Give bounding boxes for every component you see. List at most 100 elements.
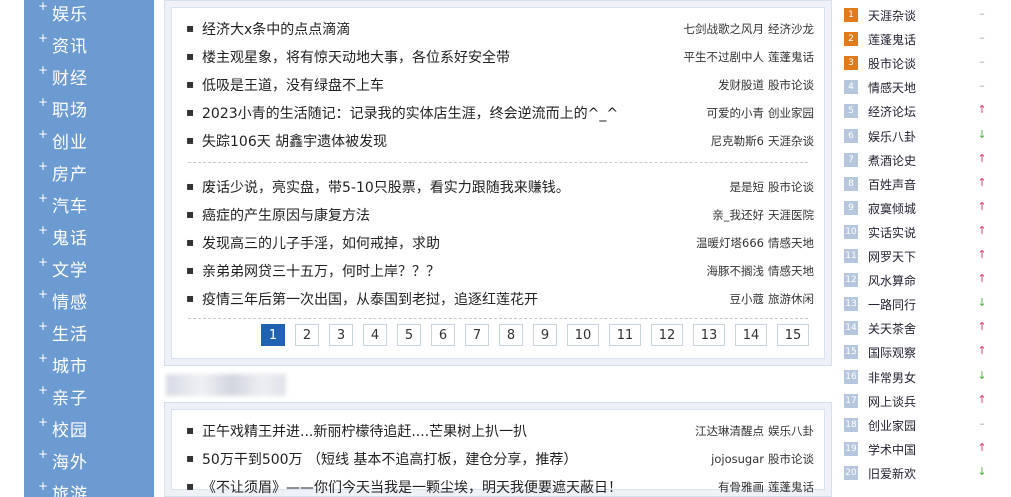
post-title-link[interactable]: 失踪106天 胡鑫宇遗体被发现 [202, 131, 387, 151]
post-author-link[interactable]: 温暖灯塔666 [696, 236, 764, 250]
sidebar-item[interactable]: + 旅游 [24, 476, 154, 497]
page-9-button[interactable]: 9 [533, 324, 557, 346]
sidebar-item[interactable]: + 情感 [24, 284, 154, 316]
rank-board-link[interactable]: 网罗天下 [868, 248, 916, 265]
sidebar-item[interactable]: + 城市 [24, 348, 154, 380]
sidebar-item[interactable]: + 亲子 [24, 380, 154, 412]
rank-board-link[interactable]: 实话实说 [868, 224, 916, 241]
post-board-link[interactable]: 经济沙龙 [768, 22, 814, 36]
page-12-button[interactable]: 12 [651, 324, 683, 346]
sidebar-item[interactable]: + 资讯 [24, 28, 154, 60]
sidebar-item[interactable]: + 房产 [24, 156, 154, 188]
post-author-link[interactable]: 亲_我还好 [712, 208, 764, 222]
page-7-button[interactable]: 7 [465, 324, 489, 346]
post-author-link[interactable]: 是是短 [730, 180, 765, 194]
post-author-link[interactable]: 发财股道 [718, 78, 764, 92]
rank-board-link[interactable]: 一路同行 [868, 296, 916, 313]
post-title-link[interactable]: 楼主观星象，将有惊天动地大事，各位系好安全带 [202, 47, 510, 67]
sidebar-item[interactable]: + 汽车 [24, 188, 154, 220]
post-title-link[interactable]: 正午戏精王并进...新丽柠檬待追赶....芒果树上扒一扒 [202, 421, 527, 441]
post-title-link[interactable]: 《不让须眉》——你们今天当我是一颗尘埃，明天我便要遮天蔽日！ [202, 477, 622, 497]
post-author-link[interactable]: jojosugar [711, 452, 764, 466]
post-board-link[interactable]: 天涯医院 [768, 208, 814, 222]
rank-board-link[interactable]: 网上谈兵 [868, 393, 916, 410]
post-title-link[interactable]: 2023小青的生活随记：记录我的实体店生涯，终会逆流而上的^_^ [202, 103, 618, 123]
rank-number-badge: 5 [844, 104, 858, 119]
page-3-button[interactable]: 3 [329, 324, 353, 346]
post-board-link[interactable]: 天涯杂谈 [768, 134, 814, 148]
rank-board-link[interactable]: 煮酒论史 [868, 152, 916, 169]
page-4-button[interactable]: 4 [363, 324, 387, 346]
post-board-link[interactable]: 股市论谈 [768, 452, 814, 466]
post-board-link[interactable]: 创业家园 [768, 106, 814, 120]
post-author-link[interactable]: 豆小蔻 [730, 292, 765, 306]
post-title-link[interactable]: 癌症的产生原因与康复方法 [202, 205, 370, 225]
post-board-link[interactable]: 股市论谈 [768, 78, 814, 92]
post-board-link[interactable]: 娱乐八卦 [768, 424, 814, 438]
sidebar-item[interactable]: + 生活 [24, 316, 154, 348]
page-8-button[interactable]: 8 [499, 324, 523, 346]
post-author-link[interactable]: 七剑战歌之风月 [684, 22, 765, 36]
post-board-link[interactable]: 情感天地 [768, 236, 814, 250]
rank-board-link[interactable]: 关天茶舍 [868, 320, 916, 337]
page-10-button[interactable]: 10 [567, 324, 599, 346]
page-5-button[interactable]: 5 [397, 324, 421, 346]
arrow-up-icon: ↑ [977, 248, 987, 261]
page-11-button[interactable]: 11 [609, 324, 641, 346]
post-board-link[interactable]: 旅游休闲 [768, 292, 814, 306]
sidebar-item-label: 校园 [52, 421, 88, 441]
rank-board-link[interactable]: 寂寞倾城 [868, 200, 916, 217]
post-author-link[interactable]: 海豚不搁浅 [707, 264, 765, 278]
post-title-link[interactable]: 50万干到500万 （短线 基本不追高打板，建仓分享，推荐） [202, 449, 577, 469]
bullet-icon: ▪ [186, 235, 195, 249]
sidebar-item[interactable]: + 鬼话 [24, 220, 154, 252]
sidebar-item[interactable]: + 财经 [24, 60, 154, 92]
sidebar-item[interactable]: + 校园 [24, 412, 154, 444]
post-title-link[interactable]: 亲弟弟网贷三十五万，何时上岸？？？ [202, 261, 440, 281]
page-14-button[interactable]: 14 [735, 324, 767, 346]
page-15-button[interactable]: 15 [777, 324, 809, 346]
post-author-link[interactable]: 有骨雅画 [718, 480, 764, 494]
post-author-link[interactable]: 可爱的小青 [707, 106, 765, 120]
group-divider [188, 162, 808, 163]
post-title-link[interactable]: 低吸是王道，没有绿盘不上车 [202, 75, 384, 95]
post-board-link[interactable]: 莲蓬鬼话 [768, 480, 814, 494]
sidebar-item[interactable]: + 海外 [24, 444, 154, 476]
post-author-link[interactable]: 江达琳清醒点 [695, 424, 764, 438]
rank-number-badge: 3 [844, 56, 858, 71]
page-2-button[interactable]: 2 [295, 324, 319, 346]
rank-board-link[interactable]: 股市论谈 [868, 55, 916, 72]
rank-board-link[interactable]: 娱乐八卦 [868, 128, 916, 145]
page-13-button[interactable]: 13 [693, 324, 725, 346]
rank-board-link[interactable]: 旧爱新欢 [868, 465, 916, 482]
post-row: ▪ 废话少说，亮实盘，带5-10只股票，看实力跟随我来赚钱。 是是短 股市论谈 [182, 175, 814, 197]
rank-board-link[interactable]: 情感天地 [868, 79, 916, 96]
rank-board-link[interactable]: 非常男女 [868, 369, 916, 386]
post-board-link[interactable]: 股市论谈 [768, 180, 814, 194]
rank-board-link[interactable]: 国际观察 [868, 344, 916, 361]
sidebar-item[interactable]: + 娱乐 [24, 0, 154, 28]
rank-item: 20 旧爱新欢 ↓ [840, 460, 1011, 484]
dash-icon: – [979, 416, 985, 430]
post-author-link[interactable]: 尼克勒斯6 [711, 134, 764, 148]
section-title-blurred [166, 374, 286, 396]
rank-board-link[interactable]: 天涯杂谈 [868, 7, 916, 24]
post-title-link[interactable]: 发现高三的儿子手淫，如何戒掉，求助 [202, 233, 440, 253]
rank-board-link[interactable]: 莲蓬鬼话 [868, 31, 916, 48]
post-title-link[interactable]: 经济大x条中的点点滴滴 [202, 19, 350, 39]
post-title-link[interactable]: 疫情三年后第一次出国，从泰国到老挝，追逐红莲花开 [202, 289, 538, 309]
page-1-button[interactable]: 1 [261, 324, 285, 346]
rank-board-link[interactable]: 创业家园 [868, 417, 916, 434]
post-author-link[interactable]: 平生不过剧中人 [684, 50, 765, 64]
sidebar-item[interactable]: + 文学 [24, 252, 154, 284]
rank-board-link[interactable]: 学术中国 [868, 441, 916, 458]
post-title-link[interactable]: 废话少说，亮实盘，带5-10只股票，看实力跟随我来赚钱。 [202, 177, 570, 197]
rank-board-link[interactable]: 百姓声音 [868, 176, 916, 193]
page-6-button[interactable]: 6 [431, 324, 455, 346]
rank-board-link[interactable]: 经济论坛 [868, 103, 916, 120]
post-board-link[interactable]: 莲蓬鬼话 [768, 50, 814, 64]
rank-board-link[interactable]: 风水算命 [868, 272, 916, 289]
post-board-link[interactable]: 情感天地 [768, 264, 814, 278]
sidebar-item[interactable]: + 创业 [24, 124, 154, 156]
sidebar-item[interactable]: + 职场 [24, 92, 154, 124]
